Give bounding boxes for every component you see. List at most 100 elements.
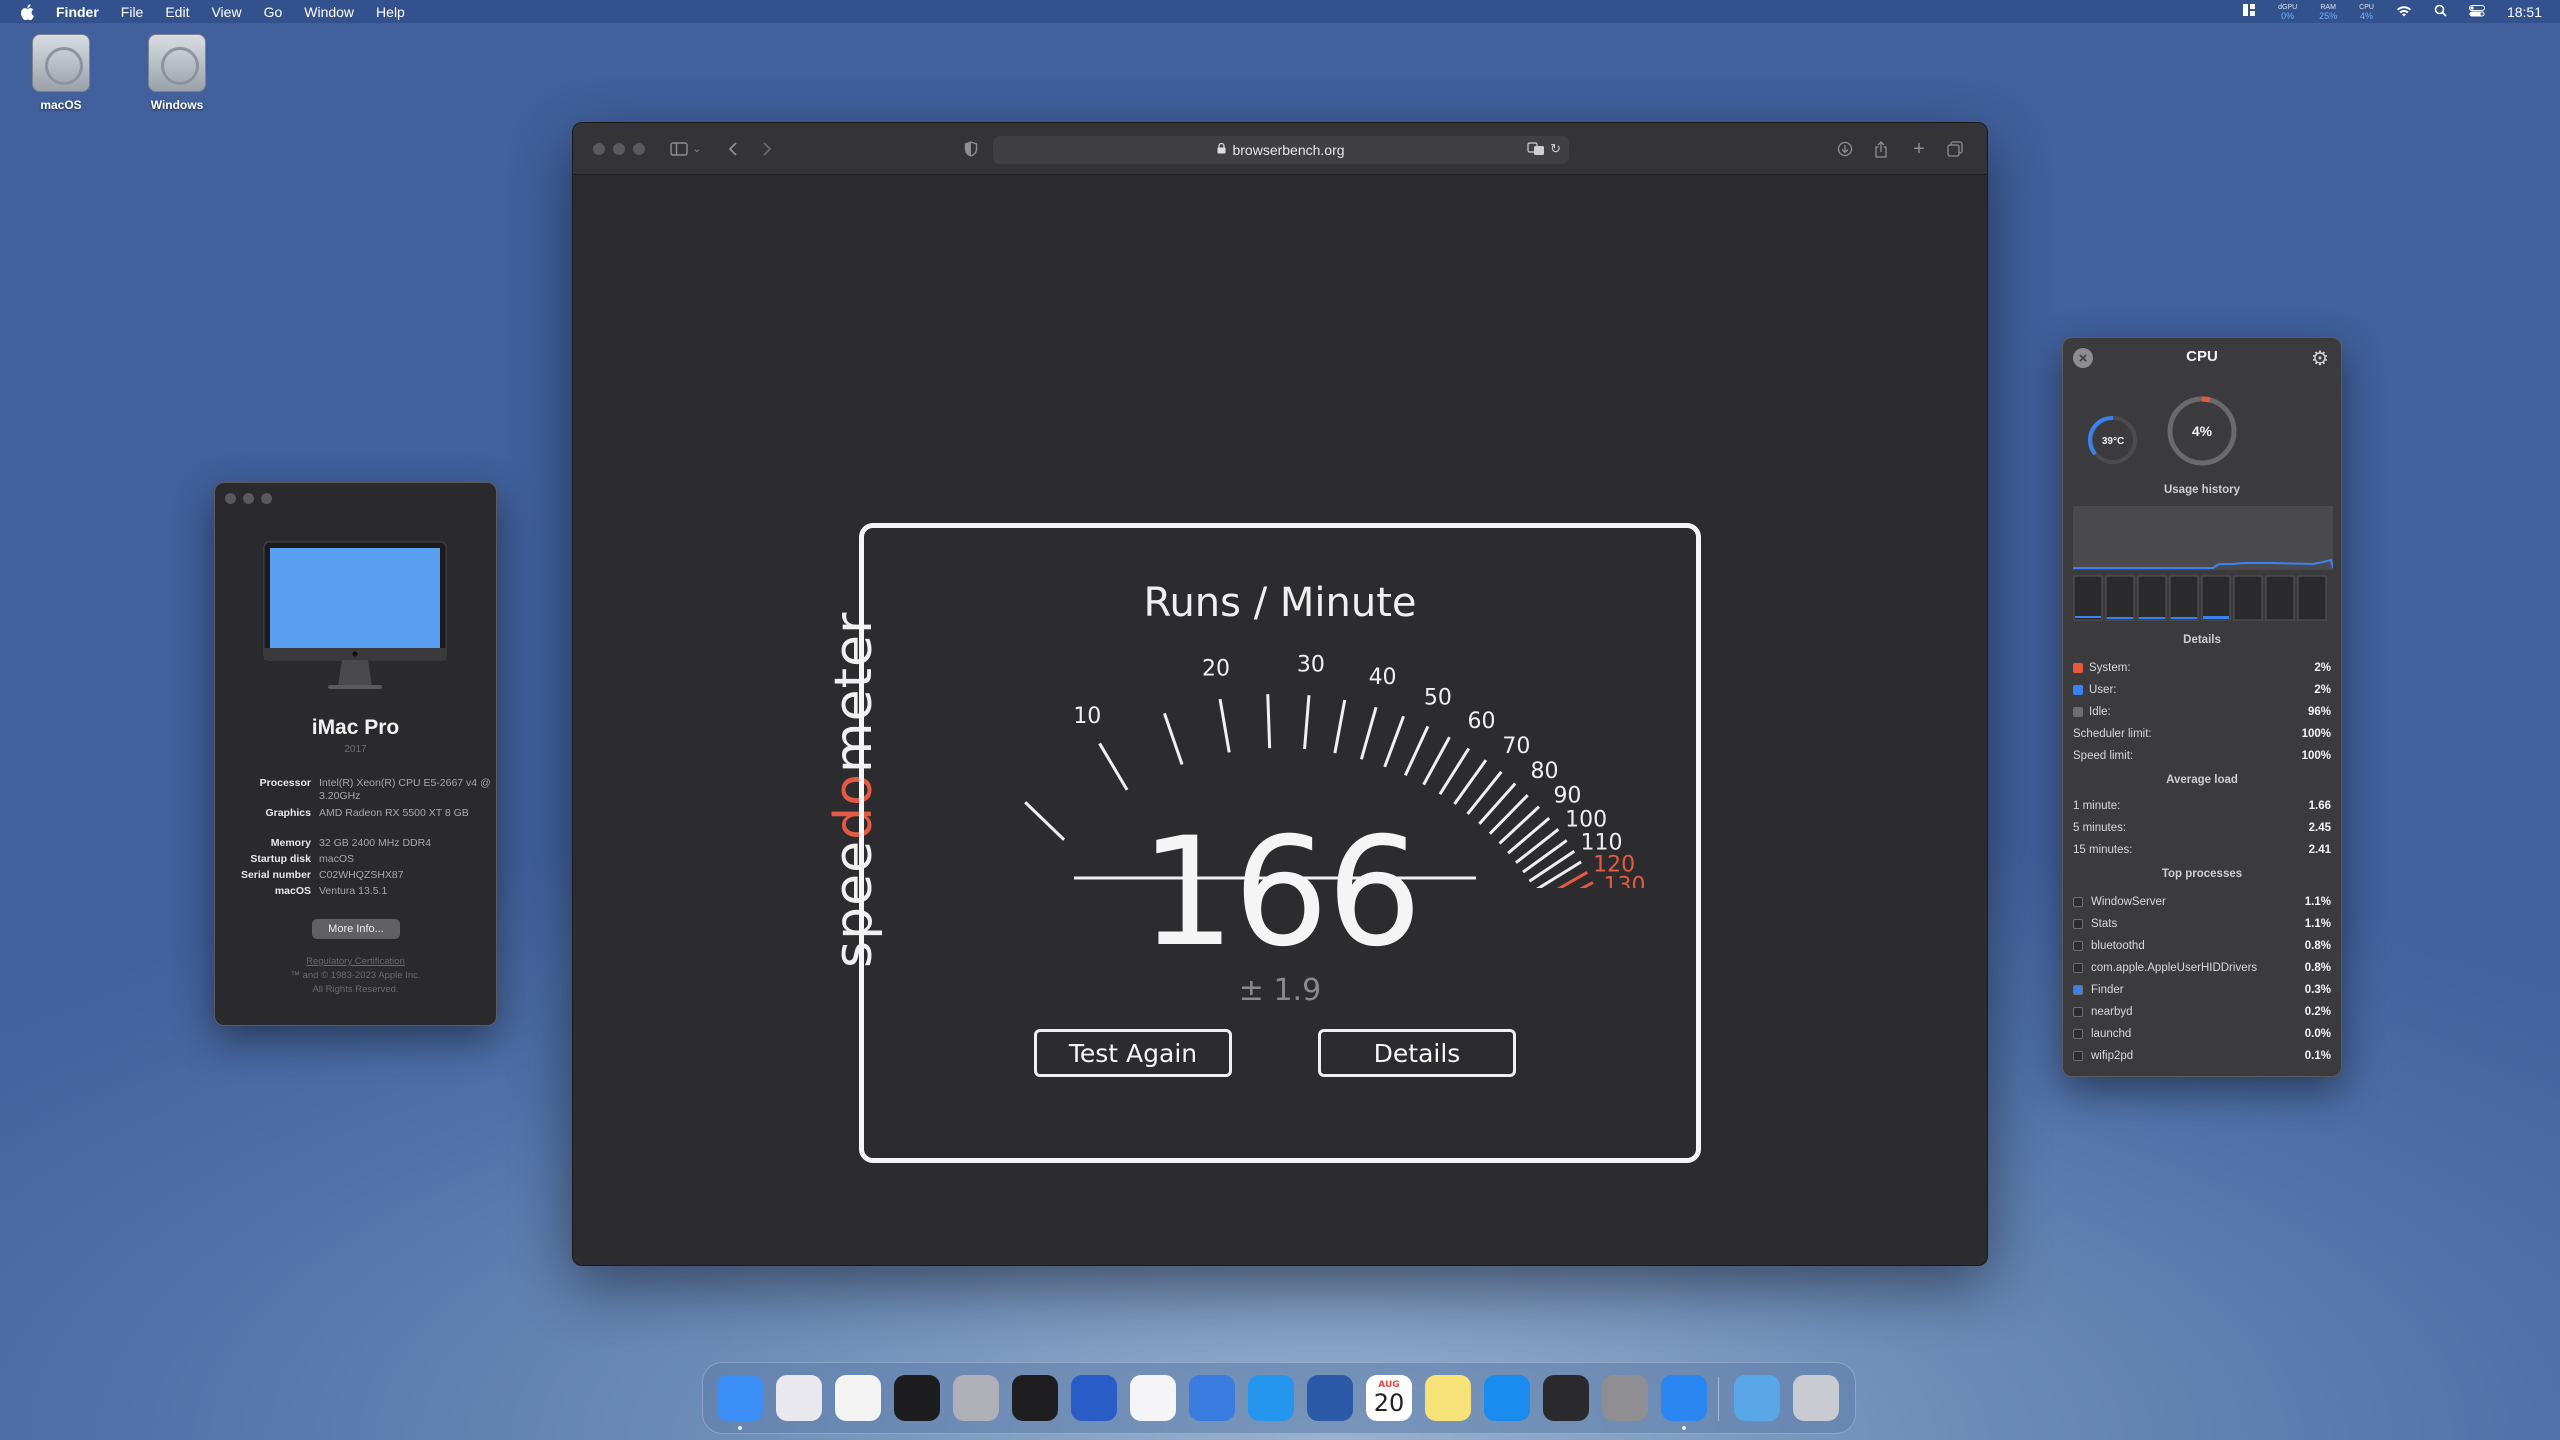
load-value: 2.41 [2308,844,2331,856]
zoom-window-button[interactable] [633,142,645,155]
translate-icon[interactable] [1527,142,1545,159]
gauge-tick [1266,694,1272,749]
share-icon[interactable] [1871,139,1891,159]
process-row[interactable]: Finder 0.3% [2073,984,2331,996]
safari-icon[interactable] [1661,1375,1707,1421]
temperature-gauge: 39°C [2087,415,2137,464]
xcode-instruments-icon[interactable] [1130,1375,1176,1421]
docker-icon[interactable] [1248,1375,1294,1421]
load-value: 1.66 [2308,800,2331,812]
process-row[interactable]: nearbyd 0.2% [2073,1006,2331,1018]
process-value: 0.0% [2304,1028,2331,1040]
process-name: bluetoothd [2091,940,2145,952]
gauge-tick-label: 30 [1297,652,1325,677]
average-load-title: Average load [2166,774,2238,786]
chrome-icon[interactable] [835,1375,881,1421]
forward-icon[interactable] [757,139,777,159]
rights-text: All Rights Reserved. [312,984,399,995]
close-window-button[interactable] [225,493,236,504]
process-value: 0.1% [2304,1050,2331,1062]
calendar-day: 20 [1373,1389,1405,1417]
process-row[interactable]: launchd 0.0% [2073,1028,2331,1040]
details-button[interactable]: Details [1318,1029,1516,1077]
process-row[interactable]: WindowServer 1.1% [2073,896,2331,908]
menu-file[interactable]: File [121,4,144,20]
regulatory-certification-link[interactable]: Regulatory Certification [215,955,496,969]
gear-icon[interactable]: ⚙ [2309,347,2331,370]
menu-finder[interactable]: Finder [56,4,99,20]
stats-widget-icon[interactable] [2242,3,2256,20]
desktop-disk-windows[interactable]: Windows [132,34,222,112]
privacy-shield-icon[interactable] [961,139,981,159]
chevron-down-icon[interactable]: ⌄ [687,139,707,159]
menu-edit[interactable]: Edit [165,4,189,20]
menubar-gpu-stat[interactable]: dGPU 0% [2278,4,2297,21]
usage-history-chart [2073,506,2333,621]
launchpad-icon[interactable] [776,1375,822,1421]
safari-toolbar: ⌄ browserbench.org ↻ + [573,123,1987,175]
detail-label: Speed limit: [2073,750,2134,762]
calendar-icon[interactable]: AUG 20 [1366,1375,1412,1421]
terminal-icon[interactable] [1012,1375,1058,1421]
detail-label: User: [2089,684,2117,696]
downloads-icon[interactable] [1835,139,1855,159]
speedometer-page: speedometer Runs / Minute 01020304050607… [573,176,1987,1265]
notes-icon[interactable] [1425,1375,1471,1421]
back-icon[interactable] [723,139,743,159]
menu-window[interactable]: Window [304,4,354,20]
process-row[interactable]: Stats 1.1% [2073,918,2331,930]
cpu-panel-title: CPU [2186,348,2218,365]
menubar-clock[interactable]: 18:51 [2507,4,2542,20]
tab-overview-icon[interactable] [1945,139,1965,159]
menubar-cpu-stat[interactable]: CPU 4% [2359,4,2374,21]
finder-icon[interactable] [717,1375,763,1421]
davinci-resolve-icon[interactable] [1543,1375,1589,1421]
spec-value: Ventura 13.5.1 [319,885,388,897]
idle-color-swatch [2073,707,2083,717]
menu-help[interactable]: Help [376,4,405,20]
process-row[interactable]: bluetoothd 0.8% [2073,940,2331,952]
menu-go[interactable]: Go [264,4,283,20]
jump-desktop-icon[interactable] [1071,1375,1117,1421]
minimize-window-button[interactable] [243,493,254,504]
gauge-tick-label: 80 [1531,759,1559,784]
sidebar-toggle-icon[interactable] [669,139,689,159]
app-store-icon[interactable] [1484,1375,1530,1421]
wifi-icon[interactable] [2396,4,2412,20]
test-again-button[interactable]: Test Again [1034,1029,1232,1077]
process-name: Stats [2091,918,2118,930]
process-row[interactable]: wifip2pd 0.1% [2073,1050,2331,1062]
system-settings-icon[interactable] [1602,1375,1648,1421]
new-tab-icon[interactable]: + [1909,138,1929,160]
compressor-icon[interactable] [953,1375,999,1421]
minimize-window-button[interactable] [613,142,625,155]
xcode-icon[interactable] [1189,1375,1235,1421]
spec-value: C02WHQZSHX87 [319,869,404,881]
desktop-disk-macos[interactable]: macOS [16,34,106,112]
gauge-tick-label: 90 [1553,784,1581,809]
process-icon [2073,919,2083,929]
spec-label: Serial number [240,869,311,881]
trash-icon[interactable] [1793,1375,1839,1421]
process-value: 1.1% [2304,896,2331,908]
imac-pro-icon [263,541,447,689]
more-info-button[interactable]: More Info... [312,919,400,939]
downloads-folder-icon[interactable] [1734,1375,1780,1421]
apple-menu-icon[interactable] [18,3,36,20]
reload-icon[interactable]: ↻ [1550,141,1561,157]
acrobat-icon[interactable] [894,1375,940,1421]
control-center-icon[interactable] [2468,4,2485,20]
menu-view[interactable]: View [211,4,241,20]
close-window-button[interactable] [593,142,605,155]
intel-power-gadget-icon[interactable] [1307,1375,1353,1421]
gauge-tick [1303,695,1311,750]
spotlight-search-icon[interactable] [2434,4,2447,20]
detail-speed-limit: Speed limit: 100% [2073,750,2331,762]
spec-value: 32 GB 2400 MHz DDR4 [319,837,432,849]
menubar-ram-stat[interactable]: RAM 25% [2319,4,2337,21]
detail-user: User: 2% [2073,684,2331,696]
zoom-window-button[interactable] [261,493,272,504]
process-row[interactable]: com.apple.AppleUserHIDDrivers 0.8% [2073,962,2331,974]
process-icon [2073,897,2083,907]
address-bar[interactable]: browserbench.org ↻ [993,136,1569,164]
